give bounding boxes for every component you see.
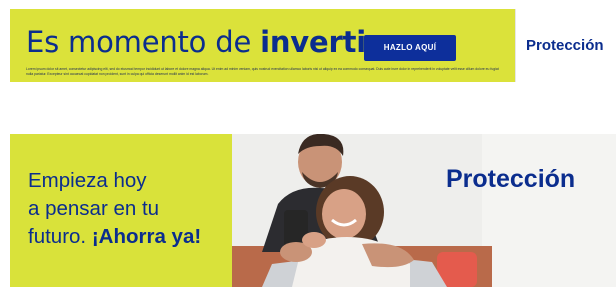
top-banner-brand-logo: Protección	[526, 37, 604, 54]
top-leaderboard-banner[interactable]: Es momento de invertir HAZLO AQUÍ Lorem …	[10, 9, 616, 82]
copy-line-2: a pensar en tu	[28, 197, 160, 220]
headline-light-text: Es momento de	[26, 25, 261, 59]
ahorra-ya-text: ¡Ahorra ya!	[91, 225, 202, 248]
top-banner-yellow-panel: Es momento de invertir HAZLO AQUÍ Lorem …	[10, 9, 515, 82]
bottom-banner-brand-logo: Protección	[446, 165, 576, 193]
copy-line-3-light: futuro.	[28, 225, 92, 248]
top-banner-divider	[515, 9, 516, 82]
legal-disclaimer-text: Lorem ipsum dolor sit amet, consectetur …	[26, 67, 499, 76]
bottom-ad-banner[interactable]: Empieza hoy a pensar en tu futuro. ¡Ahor…	[10, 134, 616, 287]
couple-photo-illustration	[232, 134, 616, 287]
bottom-banner-yellow-panel: Empieza hoy a pensar en tu futuro. ¡Ahor…	[10, 134, 232, 287]
top-banner-headline: Es momento de invertir	[26, 25, 380, 59]
copy-line-1: Empieza hoy	[28, 169, 147, 192]
copy-line-3: futuro. ¡Ahorra ya!	[28, 223, 228, 251]
bottom-banner-copy: Empieza hoy a pensar en tu futuro. ¡Ahor…	[28, 167, 228, 251]
headline-bold-text: invertir	[260, 25, 381, 59]
couple-photo	[232, 134, 616, 287]
hazlo-aqui-button[interactable]: HAZLO AQUÍ	[364, 35, 456, 61]
